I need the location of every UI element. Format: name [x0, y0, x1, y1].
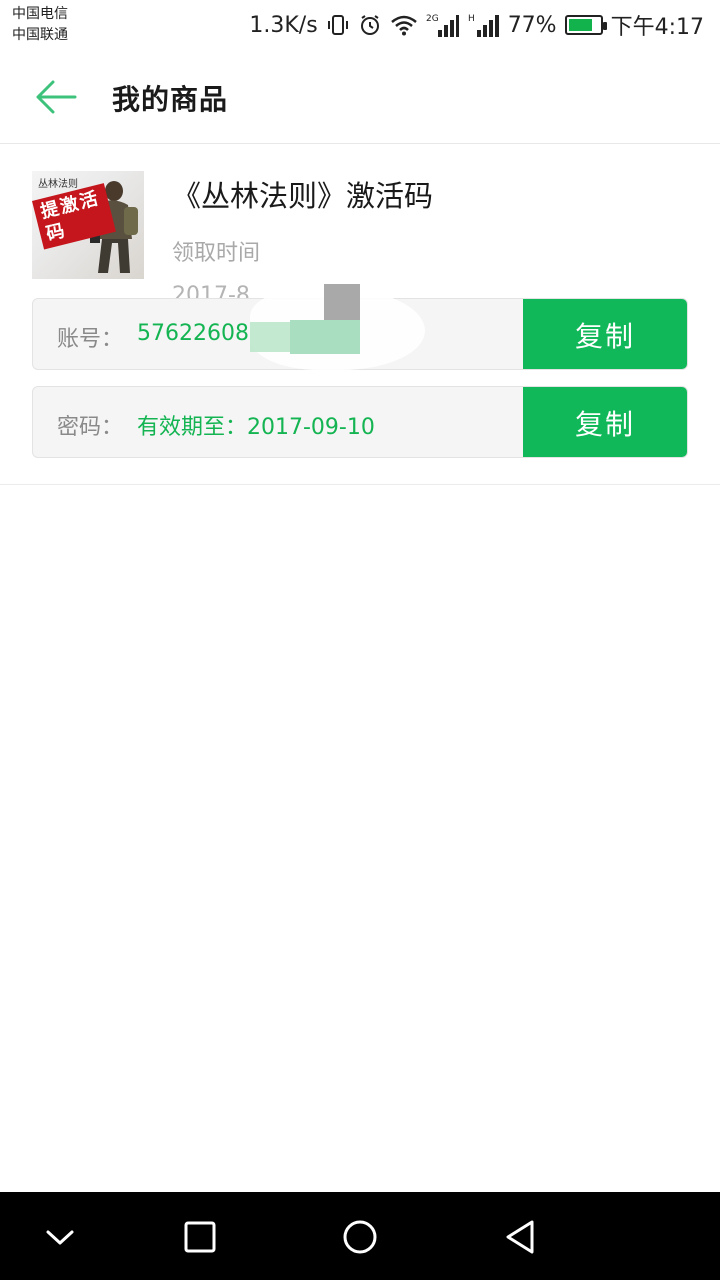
wifi-icon [390, 14, 418, 36]
system-nav-bar [0, 1192, 720, 1280]
alarm-icon [358, 13, 382, 37]
account-value[interactable]: 57622608 [137, 321, 249, 346]
app-bar: 我的商品 [0, 50, 720, 144]
back-button[interactable] [26, 70, 86, 124]
net-speed: 1.3K/s [249, 12, 318, 38]
status-indicators: 1.3K/s 2G H 77% 下午4:17 [249, 8, 704, 42]
product-thumbnail[interactable]: 丛林法则 提激活码 [32, 171, 144, 279]
copy-account-button[interactable]: 复制 [523, 299, 687, 369]
page-title: 我的商品 [112, 83, 229, 116]
account-label: 账号： [57, 327, 124, 352]
copy-password-button[interactable]: 复制 [523, 387, 687, 457]
carrier-2: 中国联通 [12, 27, 68, 43]
signal-h-icon: H [468, 12, 500, 38]
svg-text:2G: 2G [426, 14, 439, 24]
password-label: 密码： [57, 415, 124, 440]
receive-time-label: 领取时间 [172, 241, 261, 266]
recents-square-icon [184, 1221, 216, 1253]
signal-2g-icon: 2G [426, 12, 460, 38]
back-triangle-icon [506, 1220, 534, 1254]
svg-text:H: H [468, 14, 475, 24]
product-card: 丛林法则 提激活码 《丛林法则》激活码 领取时间 2017-8 账号： 5762… [0, 145, 720, 485]
thumbnail-game-title: 丛林法则 [38, 179, 78, 190]
carrier-1: 中国电信 [12, 6, 68, 22]
account-row: 账号： 57622608 复制 [32, 298, 688, 370]
carrier-info: 中国电信 中国联通 [12, 4, 68, 46]
nav-hide-button[interactable] [35, 1212, 85, 1262]
vibrate-icon [326, 13, 350, 37]
battery-level-fill [568, 19, 592, 31]
chevron-down-icon [46, 1230, 74, 1245]
battery-percent: 77% [507, 12, 557, 38]
home-circle-icon [343, 1220, 377, 1254]
clock: 下午4:17 [610, 15, 704, 40]
status-bar: 中国电信 中国联通 1.3K/s 2G H 77% 下午4:17 [0, 0, 720, 50]
battery-charging-icon [564, 15, 607, 35]
product-title: 《丛林法则》激活码 [172, 179, 434, 213]
password-value[interactable]: 有效期至：2017-09-10 [137, 409, 375, 441]
arrow-left-icon [36, 80, 77, 114]
nav-back-button[interactable] [495, 1212, 545, 1262]
password-row: 密码： 有效期至：2017-09-10 复制 [32, 386, 688, 458]
nav-recents-button[interactable] [175, 1212, 225, 1262]
nav-home-button[interactable] [335, 1212, 385, 1262]
